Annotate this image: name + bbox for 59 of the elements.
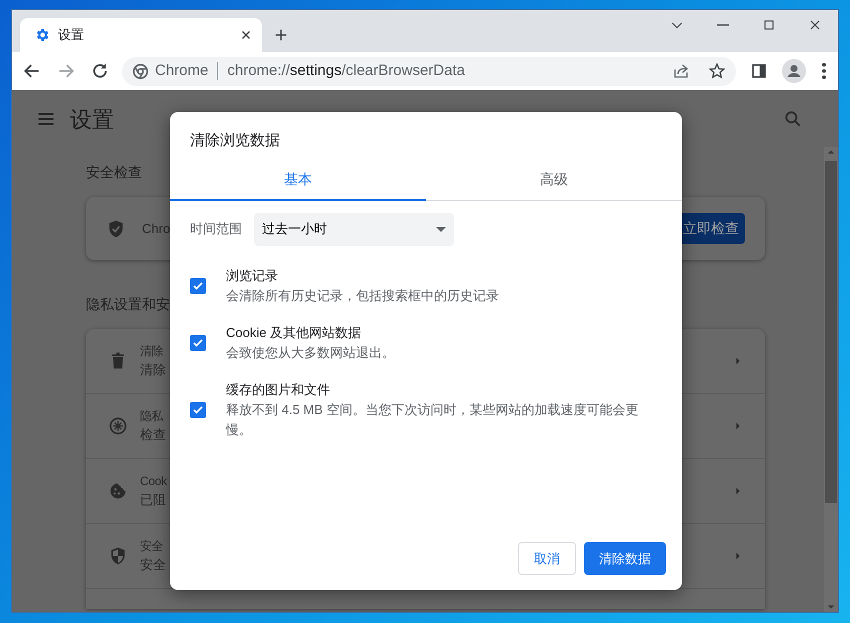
option-title: 浏览记录	[226, 266, 279, 284]
cancel-button[interactable]: 取消	[518, 542, 576, 575]
row-subtitle: 已阻	[140, 491, 167, 510]
tab-close-button[interactable]	[240, 29, 252, 41]
section-heading: 安全检查	[86, 163, 142, 182]
option-description: 会清除所有历史记录，包括搜索框中的历史记录	[226, 286, 499, 304]
row-title: 安全	[140, 538, 164, 556]
site-label: Chrome	[155, 60, 208, 81]
dialog-tab[interactable]: 高级	[426, 160, 682, 200]
minimize-icon	[717, 24, 729, 26]
search-icon	[783, 109, 803, 129]
dialog-tab[interactable]: 基本	[170, 160, 426, 200]
close-icon	[240, 29, 252, 41]
row-subtitle: 检查	[140, 426, 166, 444]
row-title: Cook	[140, 473, 167, 490]
compass-icon	[108, 416, 128, 436]
checkmark-icon	[192, 404, 204, 416]
bookmark-button[interactable]	[708, 62, 726, 80]
option-description: 释放不到 4.5 MB 空间。当您下次访问时，某些网站的加载速度可能会更慢。	[226, 400, 640, 438]
scrollbar[interactable]	[824, 147, 838, 612]
side-panel-button[interactable]	[750, 62, 768, 80]
profile-button[interactable]	[782, 59, 806, 83]
row-title: 清除	[140, 343, 164, 360]
share-button[interactable]	[672, 62, 690, 80]
page-title: 设置	[70, 106, 114, 134]
time-range-dropdown[interactable]: 过去一小时	[254, 212, 454, 246]
more-vertical-icon	[822, 63, 826, 79]
safety-check-text: Chro	[142, 220, 170, 238]
cookie-icon	[108, 481, 128, 501]
field-label: 时间范围	[190, 220, 242, 238]
dialog-title: 清除浏览数据	[189, 131, 281, 151]
plus-icon	[274, 28, 288, 42]
menu-button[interactable]	[822, 63, 826, 79]
section-heading: 隐私设置和安	[86, 295, 170, 314]
checkmark-icon	[192, 280, 204, 292]
browser-tab[interactable]: 设置	[20, 18, 262, 52]
clear-data-button[interactable]: 清除数据	[584, 542, 666, 575]
new-tab-button[interactable]	[274, 28, 288, 42]
option-title: 缓存的图片和文件	[226, 380, 331, 398]
option-description: 会致使您从大多数网站退出。	[226, 344, 395, 362]
url-text: chrome://settings/clearBrowserData	[227, 60, 465, 81]
tab-title: 设置	[58, 26, 85, 44]
checkbox[interactable]	[190, 334, 206, 350]
caret-down-icon	[436, 226, 446, 232]
profile-avatar-icon	[782, 59, 806, 83]
side-panel-icon	[750, 62, 768, 80]
row-title: 隐私	[140, 408, 164, 426]
checkbox[interactable]	[190, 402, 206, 418]
gear-icon	[34, 27, 50, 43]
row-subtitle: 清除	[140, 361, 166, 380]
share-icon	[672, 62, 690, 80]
address-bar[interactable]: Chrome chrome://settings/clearBrowserData	[122, 56, 736, 86]
row-subtitle: 安全	[140, 556, 166, 574]
chrome-logo-icon	[132, 62, 149, 80]
checkmark-icon	[192, 336, 204, 348]
search-button[interactable]	[783, 109, 803, 129]
option-title: Cookie 及其他网站数据	[226, 324, 362, 342]
star-icon	[708, 62, 726, 80]
checkbox[interactable]	[190, 278, 206, 294]
